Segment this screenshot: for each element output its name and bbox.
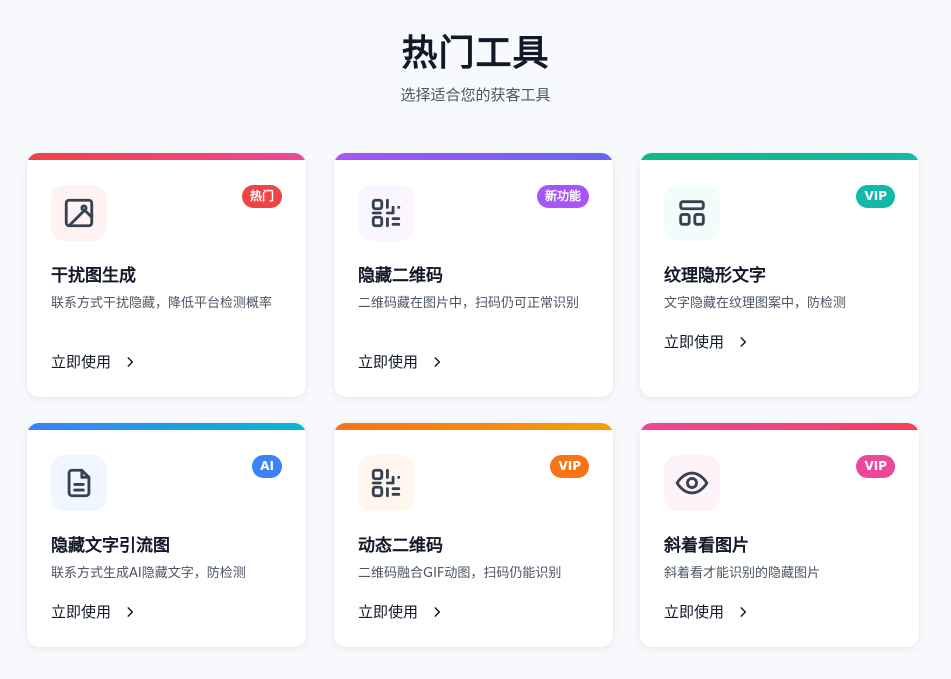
vip-badge: VIP — [550, 455, 589, 478]
vip-badge: VIP — [856, 185, 895, 208]
tool-card-texture-text[interactable]: VIP 纹理隐形文字 文字隐藏在纹理图案中，防检测 立即使用 — [640, 153, 919, 397]
card-description: 斜着看才能识别的隐藏图片 — [664, 566, 821, 581]
chevron-right-icon — [736, 335, 750, 349]
qr-code-icon — [371, 468, 401, 498]
tool-card-oblique-view[interactable]: VIP 斜着看图片 斜着看才能识别的隐藏图片 立即使用 — [640, 423, 919, 647]
card-accent-bar — [27, 423, 306, 430]
tool-card-hidden-qr[interactable]: 新功能 隐藏二维码 二维码藏在图片中，扫码仍可正常识别 立即使用 — [334, 153, 613, 397]
card-accent-bar — [334, 153, 613, 160]
card-description: 文字隐藏在纹理图案中，防检测 — [664, 296, 847, 311]
use-now-link[interactable]: 立即使用 — [664, 601, 750, 622]
tool-card-hidden-text-image[interactable]: AI 隐藏文字引流图 联系方式生成AI隐藏文字，防检测 立即使用 — [27, 423, 306, 647]
chevron-right-icon — [430, 355, 444, 369]
card-icon-box — [51, 185, 107, 241]
card-description: 二维码融合GIF动图，扫码仍能识别 — [358, 566, 562, 581]
use-now-link[interactable]: 立即使用 — [358, 351, 444, 372]
vip-badge: VIP — [856, 455, 895, 478]
card-icon-box — [358, 455, 414, 511]
page-title: 热门工具 — [401, 33, 550, 74]
chevron-right-icon — [123, 605, 137, 619]
qr-code-icon — [371, 198, 401, 228]
new-feature-badge: 新功能 — [536, 185, 589, 208]
use-now-label: 立即使用 — [358, 353, 419, 371]
card-icon-box — [51, 455, 107, 511]
use-now-label: 立即使用 — [51, 603, 112, 621]
card-accent-bar — [27, 153, 306, 160]
ai-badge: AI — [252, 455, 282, 478]
card-title: 干扰图生成 — [51, 266, 136, 286]
card-icon-box — [664, 185, 720, 241]
layout-icon — [679, 200, 705, 226]
card-title: 隐藏二维码 — [358, 266, 443, 286]
image-icon — [64, 198, 94, 228]
tool-card-interference-image[interactable]: 热门 干扰图生成 联系方式干扰隐藏，降低平台检测概率 立即使用 — [27, 153, 306, 397]
card-description: 联系方式生成AI隐藏文字，防检测 — [51, 566, 246, 581]
card-icon-box — [664, 455, 720, 511]
chevron-right-icon — [123, 355, 137, 369]
use-now-label: 立即使用 — [664, 603, 725, 621]
page-subtitle: 选择适合您的获客工具 — [400, 86, 551, 104]
use-now-link[interactable]: 立即使用 — [51, 351, 137, 372]
chevron-right-icon — [430, 605, 444, 619]
chevron-right-icon — [736, 605, 750, 619]
hot-badge: 热门 — [241, 185, 282, 208]
card-icon-box — [358, 185, 414, 241]
card-description: 二维码藏在图片中，扫码仍可正常识别 — [358, 296, 580, 311]
eye-icon — [675, 471, 709, 495]
use-now-link[interactable]: 立即使用 — [358, 601, 444, 622]
use-now-link[interactable]: 立即使用 — [51, 601, 137, 622]
card-title: 动态二维码 — [358, 536, 443, 556]
use-now-label: 立即使用 — [664, 333, 725, 351]
card-title: 纹理隐形文字 — [664, 266, 766, 286]
card-description: 联系方式干扰隐藏，降低平台检测概率 — [51, 296, 273, 311]
card-accent-bar — [640, 423, 919, 430]
use-now-link[interactable]: 立即使用 — [664, 331, 750, 352]
card-title: 斜着看图片 — [664, 536, 749, 556]
use-now-label: 立即使用 — [358, 603, 419, 621]
card-accent-bar — [334, 423, 613, 430]
document-icon — [67, 468, 91, 498]
card-title: 隐藏文字引流图 — [51, 536, 170, 556]
use-now-label: 立即使用 — [51, 353, 112, 371]
card-accent-bar — [640, 153, 919, 160]
tool-card-dynamic-qr[interactable]: VIP 动态二维码 二维码融合GIF动图，扫码仍能识别 立即使用 — [334, 423, 613, 647]
